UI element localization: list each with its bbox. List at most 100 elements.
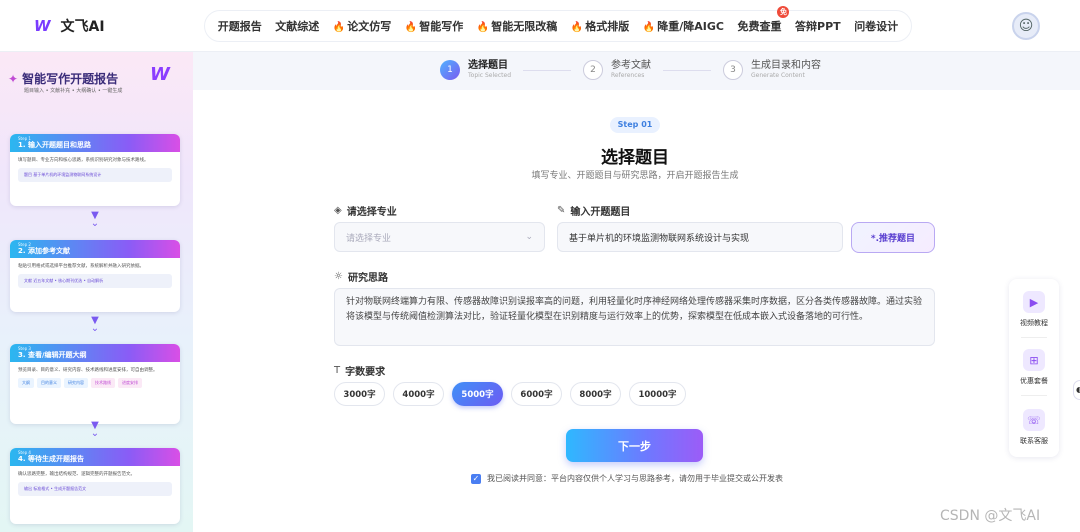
divider xyxy=(1021,395,1047,396)
agree-checkbox[interactable]: ✓ xyxy=(471,473,481,484)
step-1[interactable]: 1 选择题目 Topic Selected xyxy=(440,60,511,80)
step-number: 2 xyxy=(583,60,604,80)
research-idea-textarea[interactable]: 针对物联网终端算力有限、传感器故障识别误报率高的问题，利用轻量化时序神经网络处理… xyxy=(334,288,935,346)
step-3[interactable]: 3 生成目录和内容 Generate Content xyxy=(723,60,821,80)
nav-item-unlimited-edit[interactable]: 🔥 智能无限改稿 xyxy=(477,18,557,34)
word-count-options: 3000字 4000字 5000字 6000字 8000字 10000字 xyxy=(334,382,686,406)
next-step-button[interactable]: 下一步 xyxy=(566,429,703,462)
count-option-5000[interactable]: 5000字 xyxy=(452,382,503,406)
step-title: 参考文献 xyxy=(611,60,652,71)
card-step: Step 2 xyxy=(18,242,31,247)
step-pill: Step 01 xyxy=(610,117,660,133)
step-number: 1 xyxy=(440,60,460,80)
card-header: Step 2 2. 添加参考文献 xyxy=(10,240,180,258)
card-tag: 输出 标准格式 • 生成开题报告范文 xyxy=(18,482,172,496)
arrow-down-icon: ▼ ⌄ xyxy=(90,420,100,439)
fire-icon: 🔥 xyxy=(570,22,584,33)
chip: 研究内容 xyxy=(64,378,88,388)
topic-input[interactable]: 基于单片机的环境监测物联网系统设计与实现 xyxy=(557,222,843,252)
card-step: Step 1 xyxy=(18,136,31,141)
sidebar-subtitle: 题目输入 • 文献补充 • 大纲确认 • 一键生成 xyxy=(24,88,123,94)
sidebar-guide: ✦ 智能写作开题报告 题目输入 • 文献补充 • 大纲确认 • 一键生成 W St… xyxy=(0,52,193,532)
nav-item-formatting[interactable]: 🔥 格式排版 xyxy=(571,18,629,34)
watermark: CSDN @文飞AI xyxy=(940,508,1041,524)
user-avatar[interactable]: ☺ xyxy=(1012,12,1040,40)
nav-item-smart-writing[interactable]: 🔥 智能写作 xyxy=(405,18,463,34)
guide-card-1: Step 1 1. 输入开题题目和思路 填写题目、专业方向和核心思路，系统识别研… xyxy=(10,134,180,206)
user-icon: ☺ xyxy=(1018,18,1034,34)
count-option-8000[interactable]: 8000字 xyxy=(570,382,621,406)
count-option-4000[interactable]: 4000字 xyxy=(393,382,444,406)
card-step: Step 3 xyxy=(18,346,31,351)
card-title: 4. 等待生成开题报告 xyxy=(18,455,84,463)
nav-item-dedup[interactable]: 🔥 降重/降AIGC xyxy=(643,18,724,34)
guide-card-4: Step 4 4. 等待生成开题报告 确认思路完整，输出结构规范、逻辑完整的开题… xyxy=(10,448,180,524)
card-header: Step 1 1. 输入开题题目和思路 xyxy=(10,134,180,152)
step-connector xyxy=(523,70,572,71)
card-desc: 填写题目、专业方向和核心思路，系统识别研究对象与技术路线。 xyxy=(18,158,149,163)
fire-icon: 🔥 xyxy=(476,22,490,33)
major-select[interactable]: 请选择专业 ⌄ xyxy=(334,222,545,252)
fire-icon: 🔥 xyxy=(642,22,656,33)
guide-card-2: Step 2 2. 添加参考文献 粘贴引用格式或选择平台推荐文献，系统解析并融入… xyxy=(10,240,180,312)
step-subtitle: Topic Selected xyxy=(468,72,512,79)
step-subtitle: Generate Content xyxy=(751,72,805,79)
card-header: Step 3 3. 查看/编辑开题大纲 xyxy=(10,344,180,362)
chip-label: 大纲 xyxy=(18,378,34,388)
arrow-down-icon: ▼ ⌄ xyxy=(90,315,100,334)
card-tag: 文献 近五年文献 • 核心期刊优选 • 自动解析 xyxy=(18,274,172,288)
nav-item-defense-ppt[interactable]: 答辩PPT xyxy=(795,18,841,34)
top-navbar: W 文飞AI 开题报告 文献综述 🔥 论文仿写 🔥 智能写作 🔥 智能无限改稿 🔥 格式… xyxy=(0,0,1080,52)
agree-text: 我已阅读并同意：平台内容仅供个人学习与思路参考，请勿用于毕业提交或公开发表 xyxy=(487,474,783,483)
sidebar-title: ✦ 智能写作开题报告 xyxy=(8,71,119,87)
free-badge: 免 xyxy=(777,6,790,18)
floating-help-panel: ▶ 视频教程 ⊞ 优惠套餐 ☏ 联系客服 xyxy=(1009,279,1059,457)
card-step: Step 4 xyxy=(18,450,31,455)
chip: 技术路线 xyxy=(91,378,115,388)
text-icon: T xyxy=(334,365,341,376)
card-desc: 粘贴引用格式或选择平台推荐文献，系统解析并融入研究依据。 xyxy=(18,264,144,269)
customer-service-button[interactable]: ☏ 联系客服 xyxy=(1009,409,1059,446)
chip: 目的意义 xyxy=(37,378,61,388)
card-desc: 预览目录、目的意义、研究内容、技术路线和进度安排，可自由调整。 xyxy=(18,368,158,373)
count-option-10000[interactable]: 10000字 xyxy=(629,382,686,406)
outline-chips: 大纲 目的意义 研究内容 技术路线 进度安排 xyxy=(18,378,172,388)
step-connector xyxy=(663,70,712,71)
main-nav: 开题报告 文献综述 🔥 论文仿写 🔥 智能写作 🔥 智能无限改稿 🔥 格式排版 🔥 降重/… xyxy=(204,6,912,42)
sparkle-icon: ✦ xyxy=(8,71,19,86)
sidebar-logo-icon: W xyxy=(150,64,170,85)
major-label: ◈ 请选择专业 xyxy=(334,205,397,218)
step-title: 生成目录和内容 xyxy=(751,60,822,71)
video-tutorial-label: 视频教程 xyxy=(1020,319,1048,327)
discount-package-button[interactable]: ⊞ 优惠套餐 xyxy=(1009,349,1059,386)
nav-item-survey[interactable]: 问卷设计 xyxy=(854,18,898,34)
side-toggle-icon[interactable]: ◐ xyxy=(1073,380,1080,400)
card-title: 2. 添加参考文献 xyxy=(18,247,70,255)
video-tutorial-button[interactable]: ▶ 视频教程 xyxy=(1009,291,1059,328)
step-2[interactable]: 2 参考文献 References xyxy=(583,60,651,80)
lightbulb-icon: ☼ xyxy=(334,271,343,282)
nav-item-lit-review[interactable]: 文献综述 xyxy=(275,18,319,34)
step-number: 3 xyxy=(723,60,744,80)
topic-label: ✎ 输入开题题目 xyxy=(557,205,631,218)
guide-card-3: Step 3 3. 查看/编辑开题大纲 预览目录、目的意义、研究内容、技术路线和… xyxy=(10,344,180,424)
nav-item-proposal[interactable]: 开题报告 xyxy=(218,18,262,34)
headset-icon: ☏ xyxy=(1023,409,1045,431)
step-title: 选择题目 xyxy=(468,60,508,71)
card-header: Step 4 4. 等待生成开题报告 xyxy=(10,448,180,466)
edit-icon: ✎ xyxy=(557,205,566,216)
page-title: 选择题目 xyxy=(601,148,669,168)
count-label: T 字数要求 xyxy=(334,365,386,378)
count-option-3000[interactable]: 3000字 xyxy=(334,382,385,406)
card-tag: 题目 基于单片机的环境监测物联网系统设计 xyxy=(18,168,172,182)
graduation-cap-icon: ◈ xyxy=(334,205,342,216)
arrow-down-icon: ▼ ⌄ xyxy=(90,210,100,229)
brand-logo[interactable]: W 文飞AI xyxy=(34,16,105,36)
nav-item-imitation[interactable]: 🔥 论文仿写 xyxy=(333,18,391,34)
gift-icon: ⊞ xyxy=(1023,349,1045,371)
nav-item-free-check[interactable]: 免费查重免 xyxy=(737,6,790,34)
chip: 进度安排 xyxy=(118,378,142,388)
count-option-6000[interactable]: 6000字 xyxy=(511,382,562,406)
major-placeholder: 请选择专业 xyxy=(346,233,392,244)
recommend-topic-button[interactable]: *.推荐题目 xyxy=(851,222,935,253)
